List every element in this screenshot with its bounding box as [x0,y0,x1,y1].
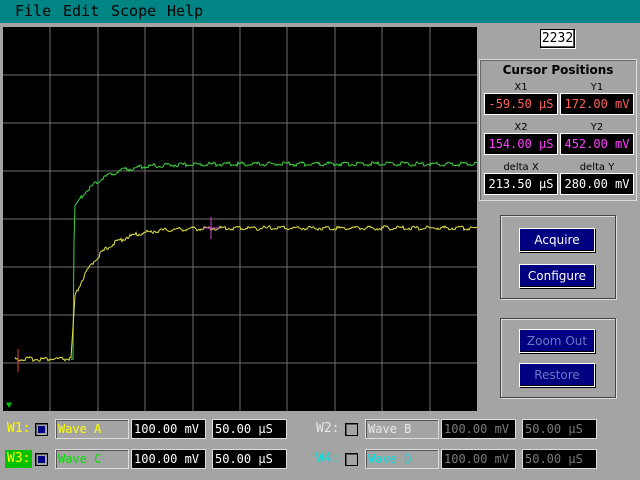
wave-c-trace [70,160,477,361]
configure-button[interactable]: Configure [519,264,595,288]
delta-y-label: delta Y [579,162,615,173]
time-per-div-field[interactable]: 50.00 µS [522,419,597,439]
scroll-arrow-icon[interactable] [4,401,14,411]
volts-per-div-field[interactable]: 100.00 mV [131,419,206,439]
y2-label: Y2 [590,122,604,133]
wave-name-field[interactable]: Wave A [55,419,129,439]
wave-b-checkbox[interactable] [345,423,358,436]
waveform-plot[interactable] [3,27,477,411]
time-per-div-field[interactable]: 50.00 µS [212,449,287,469]
menu-edit[interactable]: Edit [63,2,99,20]
menu-help[interactable]: Help [167,2,203,20]
menu-scope[interactable]: Scope [111,2,156,20]
wave-a-checkbox[interactable] [35,423,48,436]
cursor-panel-title: Cursor Positions [502,63,614,77]
cursor-positions-panel: Cursor Positions X1 Y1 -59.50 µS 172.00 … [479,59,637,201]
x2-label: X2 [514,122,528,133]
y1-value: 172.00 mV [560,93,634,115]
wave-id-label: W1: [7,421,31,436]
volts-per-div-field[interactable]: 100.00 mV [131,449,206,469]
wave-id-label: W3: [5,450,33,468]
y2-value: 452.00 mV [560,133,634,155]
volts-per-div-field[interactable]: 100.00 mV [441,419,516,439]
x1-label: X1 [514,82,528,93]
plot-grid [3,27,477,411]
x2-value: 154.00 µS [484,133,558,155]
x1-value: -59.50 µS [484,93,558,115]
wave-d-checkbox[interactable] [345,453,358,466]
cursor-x2-marker[interactable] [203,217,219,239]
y1-label: Y1 [590,82,604,93]
delta-x-value: 213.50 µS [484,173,558,195]
wave-name-field[interactable]: Wave C [55,449,129,469]
time-per-div-field[interactable]: 50.00 µS [212,419,287,439]
sample-counter: 2232 [540,29,575,48]
restore-button[interactable]: Restore [519,363,595,387]
acquire-panel: Acquire Configure [500,215,616,299]
delta-y-value: 280.00 mV [560,173,634,195]
wave-id-label: W2: [316,421,340,436]
menu-file[interactable]: File [15,2,51,20]
menu-bar: File Edit Scope Help [0,0,640,23]
time-per-div-field[interactable]: 50.00 µS [522,449,597,469]
wave-a-trace [14,224,477,362]
delta-x-label: delta X [503,162,539,173]
wave-c-checkbox[interactable] [35,453,48,466]
wave-id-label: W4: [316,451,340,466]
zoom-out-button[interactable]: Zoom Out [519,329,595,353]
zoom-panel: Zoom Out Restore [500,318,616,398]
volts-per-div-field[interactable]: 100.00 mV [441,449,516,469]
acquire-button[interactable]: Acquire [519,228,595,252]
wave-name-field[interactable]: Wave B [365,419,439,439]
wave-name-field[interactable]: Wave D [365,449,439,469]
oscilloscope-display[interactable] [3,27,477,411]
